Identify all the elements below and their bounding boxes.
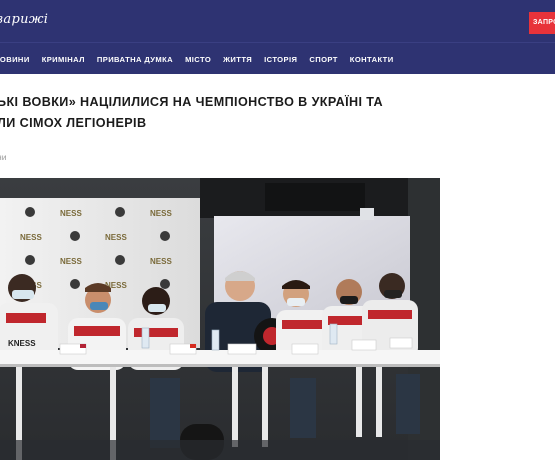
svg-text:NESS: NESS [105,233,127,242]
nav-item-news[interactable]: НОВИНИ [0,55,30,64]
svg-text:NESS: NESS [20,233,42,242]
site-logo[interactable]: зарижі [0,12,48,27]
press-conference-photo: NESS NESS NESS NESS NESS NESS NESS NESS [0,178,440,460]
nav-item-opinion[interactable]: ПРИВАТНА ДУМКА [97,55,173,64]
article-title: ЬКІ ВОВКИ» НАЦІЛИЛИСЯ НА ЧЕМПІОНСТВО В У… [0,92,417,134]
article-title-line-1: ЬКІ ВОВКИ» НАЦІЛИЛИСЯ НА ЧЕМПІОНСТВО В У… [0,95,384,109]
nav-item-history[interactable]: ІСТОРІЯ [264,55,297,64]
svg-text:NESS: NESS [60,209,82,218]
svg-text:NESS: NESS [60,257,82,266]
svg-text:NESS: NESS [150,209,172,218]
submit-news-button[interactable]: ЗАПРО [529,12,555,34]
svg-text:NESS: NESS [150,257,172,266]
nav-item-crime[interactable]: КРИМІНАЛ [42,55,85,64]
article-title-line-2: ЛИ СІМОХ ЛЕГІОНЕРІВ [0,116,147,130]
nav-item-contacts[interactable]: КОНТАКТИ [350,55,394,64]
article-meta: ни [0,152,7,162]
nav-menu: НОВИНИ КРИМІНАЛ ПРИВАТНА ДУМКА МІСТО ЖИТ… [0,43,406,75]
nav-item-city[interactable]: МІСТО [185,55,211,64]
top-header: зарижі ЗАПРО [0,0,555,42]
article-photo[interactable]: NESS NESS NESS NESS NESS NESS NESS NESS [0,178,440,460]
nav-item-sport[interactable]: СПОРТ [309,55,337,64]
main-navigation: НОВИНИ КРИМІНАЛ ПРИВАТНА ДУМКА МІСТО ЖИТ… [0,42,555,74]
svg-text:KNESS: KNESS [8,339,36,348]
nav-item-life[interactable]: ЖИТТЯ [223,55,252,64]
